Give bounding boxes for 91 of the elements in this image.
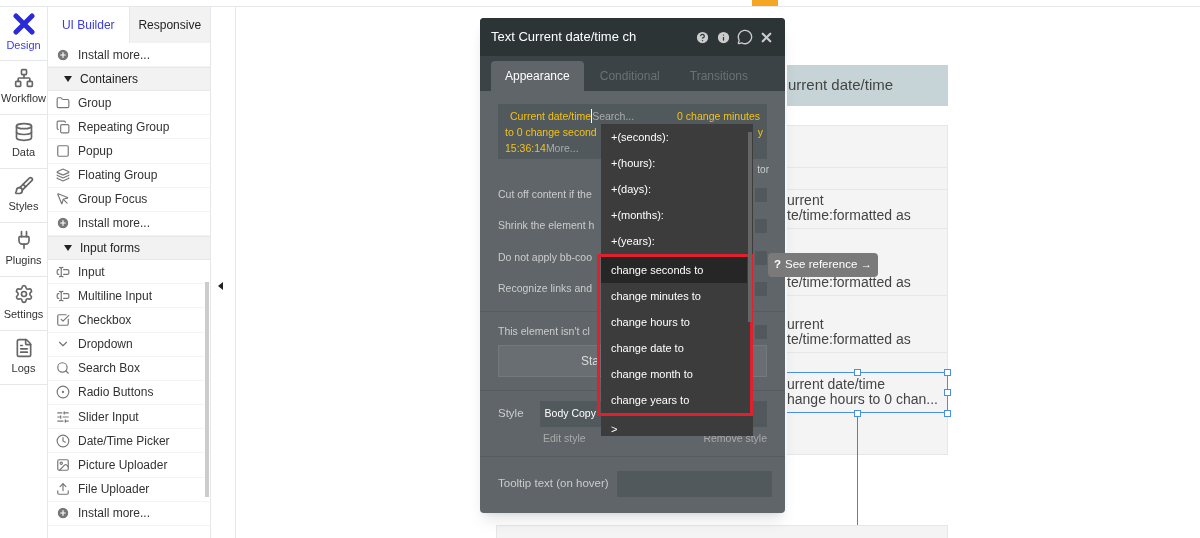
plus-circle-icon [56, 47, 70, 62]
caret-icon [64, 76, 72, 82]
rail-tab[interactable]: Settings [0, 277, 47, 331]
expression-text: 0 change minutes [677, 109, 761, 124]
rail-tab[interactable]: Styles [0, 169, 47, 223]
help-icon[interactable] [695, 29, 710, 45]
reference-label: See reference → [785, 257, 872, 273]
resize-handle[interactable] [854, 369, 861, 376]
resize-handle[interactable] [944, 389, 951, 396]
menu-item[interactable]: change minutes to [601, 283, 747, 309]
menu-item[interactable]: change date to [601, 335, 747, 361]
sidebar-tab[interactable]: Responsive [128, 7, 210, 43]
text-element[interactable]: urrent te/time:formatted as [787, 188, 948, 229]
element-item[interactable]: Group [48, 91, 210, 116]
rail-icon [13, 176, 34, 197]
section-header[interactable]: Containers [48, 67, 210, 91]
checkbox[interactable] [755, 250, 767, 265]
search-icon [56, 361, 70, 376]
clock-icon [56, 433, 70, 448]
panel-tab[interactable]: Appearance [491, 61, 584, 91]
text-field-icon [56, 264, 70, 279]
menu-item[interactable]: change seconds to [601, 257, 747, 283]
text-line: hange hours to 0 chan... [787, 392, 939, 407]
text-line: urrent [787, 193, 825, 208]
text-element[interactable]: urrent te/time:formatted as [787, 312, 948, 353]
menu-item[interactable]: +(days): [601, 176, 747, 202]
rail-tab[interactable]: Logs [0, 331, 47, 385]
window-icon [56, 143, 70, 158]
text-line: te/time:formatted as [787, 208, 912, 223]
layers-icon [56, 168, 70, 183]
rail-icon [13, 122, 34, 143]
info-icon[interactable] [716, 29, 731, 45]
menu-item[interactable]: change hours to [601, 309, 747, 335]
menu-item[interactable]: +(hours): [601, 150, 747, 176]
option-label: Cut off content if the [498, 186, 592, 202]
tooltip-label: Tooltip text (on hover) [498, 476, 609, 492]
element-item[interactable]: Input [48, 259, 210, 285]
stacked-folders-icon [56, 119, 70, 134]
text-line: urrent [787, 317, 825, 332]
expression-text: y [757, 125, 764, 140]
editor-link[interactable]: tor [757, 161, 769, 177]
menu-item[interactable]: +(seconds): [601, 124, 747, 150]
question-mark: ? [774, 257, 782, 273]
menu-item[interactable]: change years to [601, 387, 747, 413]
rail-tab[interactable]: Design [0, 7, 47, 61]
caret-icon [64, 244, 72, 251]
element-item[interactable]: Group Focus [48, 187, 210, 212]
comment-icon[interactable] [737, 29, 753, 45]
menu-item[interactable]: change month to [601, 361, 747, 387]
text-line: te/time:formatted as [787, 275, 912, 290]
panel-title: Text Current date/time ch [491, 28, 637, 47]
upload-icon [56, 482, 70, 497]
expression-text: Current date/time [510, 109, 592, 124]
image-icon [56, 458, 70, 473]
element-item[interactable]: Popup [48, 139, 210, 164]
resize-handle[interactable] [944, 410, 951, 417]
style-label: Style [498, 406, 524, 422]
rail-icon [13, 68, 34, 89]
text-field-icon [56, 288, 70, 303]
rail-tab[interactable]: Workflow [0, 61, 47, 115]
menu-item[interactable]: +(months): [601, 202, 747, 228]
menu-item[interactable]: +(years): [601, 228, 747, 254]
install-more-item[interactable]: Install more... [48, 211, 210, 236]
element-item[interactable]: Floating Group [48, 163, 210, 188]
expression-text: to 0 change second [505, 125, 597, 140]
reference-tooltip[interactable]: ? See reference → [768, 253, 878, 277]
checkbox-icon [56, 312, 70, 327]
rail-tab[interactable]: Data [0, 115, 47, 169]
resize-handle[interactable] [854, 410, 861, 417]
header-element: urrent date/time [787, 65, 948, 106]
element-item[interactable]: Repeating Group [48, 115, 210, 140]
sliders-icon [56, 409, 70, 424]
plus-circle-icon [56, 506, 70, 521]
install-more-item[interactable]: Install more... [48, 501, 210, 526]
note-text: This element isn't cl [498, 324, 590, 340]
expression-text: 15:36:14 [505, 141, 546, 156]
option-label: Shrink the element h [498, 218, 595, 234]
plus-circle-icon [56, 216, 70, 231]
pointer-icon [56, 192, 70, 207]
folder-icon [56, 95, 70, 110]
option-label: Do not apply bb-coo [498, 249, 592, 265]
text-line: urrent date/time [787, 377, 887, 392]
rail-tab[interactable]: Plugins [0, 223, 47, 277]
radio-icon [56, 385, 70, 400]
option-label: Recognize links and [498, 281, 592, 297]
resize-handle[interactable] [944, 369, 951, 376]
section-header[interactable]: Input forms [48, 235, 210, 260]
collapse-caret-icon[interactable] [218, 282, 223, 290]
text-line: te/time:formatted as [787, 332, 912, 347]
ruler-marker [752, 0, 778, 6]
rail-icon [13, 284, 34, 305]
